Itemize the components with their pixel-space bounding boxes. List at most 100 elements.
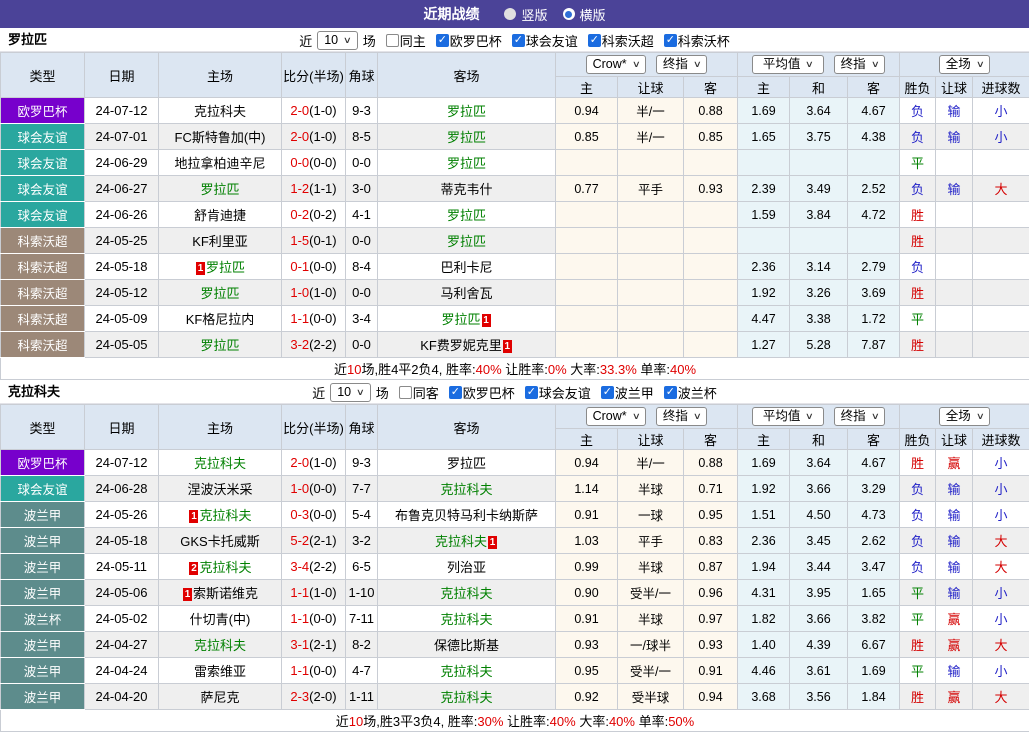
league-checkbox[interactable] xyxy=(588,34,601,47)
league-checkbox[interactable] xyxy=(436,34,449,47)
bookmaker-select[interactable]: Crow*∨ xyxy=(586,55,647,74)
average-odds-cell: 5.28 xyxy=(790,332,848,358)
bookmaker-select[interactable]: Crow*∨ xyxy=(586,407,647,426)
same-venue-checkbox[interactable] xyxy=(386,34,399,47)
average-odds-cell: 1.59 xyxy=(738,202,790,228)
result-cell: 平 xyxy=(900,606,936,632)
result-cell xyxy=(936,228,973,254)
score-cell: 0-1(0-0) xyxy=(282,254,346,280)
result-cell xyxy=(973,306,1029,332)
home-team-cell: 罗拉匹 xyxy=(159,280,282,306)
league-checkbox[interactable] xyxy=(664,386,677,399)
recent-count-select[interactable]: 10∨ xyxy=(330,383,371,402)
league-checkbox[interactable] xyxy=(601,386,614,399)
score-cell: 1-1(0-0) xyxy=(282,658,346,684)
average-select[interactable]: 平均值∨ xyxy=(752,55,824,74)
average-final-select[interactable]: 终指∨ xyxy=(834,407,886,426)
match-date: 24-04-27 xyxy=(85,632,159,658)
league-checkbox[interactable] xyxy=(512,34,525,47)
average-dropdown-cell: 平均值∨ 终指∨ xyxy=(738,405,900,429)
handicap-odds-cell: 0.90 xyxy=(556,580,618,606)
fulltime-score: 1-1 xyxy=(290,311,309,326)
average-select-value: 平均值 xyxy=(763,56,801,73)
fulltime-score: 2-0 xyxy=(290,103,309,118)
league-checkbox[interactable] xyxy=(525,386,538,399)
handicap-final-value: 终指 xyxy=(663,56,688,73)
result-cell xyxy=(973,254,1029,280)
summary-text: 40% xyxy=(476,362,502,377)
handicap-odds-cell: 0.85 xyxy=(556,124,618,150)
corners-cell: 7-11 xyxy=(346,606,378,632)
sections-container: 罗拉匹 近 10∨ 场 同主 欧罗巴杯球会友谊科索沃超科索沃杯 类型 xyxy=(0,28,1029,732)
average-final-value: 终指 xyxy=(841,408,866,425)
average-select-value: 平均值 xyxy=(763,408,801,425)
average-select[interactable]: 平均值∨ xyxy=(752,407,824,426)
home-team-name: 舒肯迪捷 xyxy=(194,208,246,223)
fulltime-dropdown-cell: 全场∨ xyxy=(900,53,1029,77)
handicap-final-select[interactable]: 终指∨ xyxy=(656,407,708,426)
handicap-odds-cell xyxy=(556,228,618,254)
average-odds-cell: 1.69 xyxy=(738,98,790,124)
fulltime-select[interactable]: 全场∨ xyxy=(939,55,991,74)
handicap-odds-cell xyxy=(618,228,684,254)
league-badge: 科索沃超 xyxy=(1,228,85,254)
league-badge: 波兰甲 xyxy=(1,632,85,658)
sub-col-avg-home: 主 xyxy=(738,429,790,450)
average-odds-cell: 1.69 xyxy=(848,658,900,684)
summary-text: 30% xyxy=(477,714,503,729)
league-checkbox[interactable] xyxy=(449,386,462,399)
average-odds-cell: 4.50 xyxy=(790,502,848,528)
average-odds-cell xyxy=(848,228,900,254)
away-team-name: 罗拉匹 xyxy=(447,130,486,145)
home-team-name: 雷索维亚 xyxy=(194,664,246,679)
handicap-odds-cell: 0.96 xyxy=(684,580,738,606)
handicap-final-value: 终指 xyxy=(663,408,688,425)
sub-col-avg-draw: 和 xyxy=(790,429,848,450)
title-bar: 近期战绩 竖版横版 xyxy=(0,0,1029,28)
result-cell: 大 xyxy=(973,528,1029,554)
home-team-cell: 克拉科夫 xyxy=(159,632,282,658)
fulltime-score: 1-0 xyxy=(290,285,309,300)
summary-text: 40% xyxy=(670,362,696,377)
home-team-name: 罗拉匹 xyxy=(206,260,245,275)
fulltime-score: 1-2 xyxy=(290,181,309,196)
match-row: 科索沃超24-05-25KF利里亚1-5(0-1)0-0罗拉匹胜 xyxy=(1,228,1029,254)
match-row: 波兰甲24-04-27克拉科夫3-1(2-1)8-2保德比斯基0.93一/球半0… xyxy=(1,632,1029,658)
away-team-name: 布鲁克贝特马利卡纳斯萨 xyxy=(395,508,538,523)
same-venue-checkbox[interactable] xyxy=(399,386,412,399)
match-date: 24-06-29 xyxy=(85,150,159,176)
average-final-select[interactable]: 终指∨ xyxy=(834,55,886,74)
summary-text: 场,胜4平2负4, 胜率: xyxy=(361,362,475,377)
sub-col-goals-result: 进球数 xyxy=(973,77,1029,98)
match-row: 波兰甲24-05-112克拉科夫3-4(2-2)6-5列治亚0.99半球0.87… xyxy=(1,554,1029,580)
red-card-badge: 1 xyxy=(503,340,512,353)
home-team-cell: 1罗拉匹 xyxy=(159,254,282,280)
layout-radio-selected[interactable] xyxy=(563,8,575,20)
average-odds-cell: 4.31 xyxy=(738,580,790,606)
chevron-down-icon: ∨ xyxy=(976,56,985,73)
home-team-name: 克拉科夫 xyxy=(194,104,246,119)
away-team-name: 克拉科夫 xyxy=(440,690,492,705)
match-date: 24-06-26 xyxy=(85,202,159,228)
home-team-name: 克拉科夫 xyxy=(194,638,246,653)
sub-col-avg-away: 客 xyxy=(848,77,900,98)
handicap-odds-cell: 0.83 xyxy=(684,528,738,554)
fulltime-score: 2-0 xyxy=(290,129,309,144)
result-cell xyxy=(973,228,1029,254)
result-cell: 胜 xyxy=(900,280,936,306)
match-row: 球会友谊24-06-29地拉拿柏迪辛尼0-0(0-0)0-0罗拉匹平 xyxy=(1,150,1029,176)
score-cell: 0-0(0-0) xyxy=(282,150,346,176)
recent-count-value: 10 xyxy=(337,384,351,401)
recent-count-select[interactable]: 10∨ xyxy=(317,31,358,50)
recent-label: 近 xyxy=(299,31,312,50)
col-header-score: 比分(半场) xyxy=(282,405,346,450)
score-cell: 3-4(2-2) xyxy=(282,554,346,580)
league-badge: 波兰甲 xyxy=(1,502,85,528)
league-checkbox[interactable] xyxy=(664,34,677,47)
fulltime-score: 1-0 xyxy=(290,481,309,496)
handicap-final-select[interactable]: 终指∨ xyxy=(656,55,708,74)
layout-radio-unselected[interactable] xyxy=(504,8,516,20)
fulltime-select[interactable]: 全场∨ xyxy=(939,407,991,426)
page-title: 近期战绩 xyxy=(423,4,479,24)
red-card-badge: 1 xyxy=(488,536,497,549)
